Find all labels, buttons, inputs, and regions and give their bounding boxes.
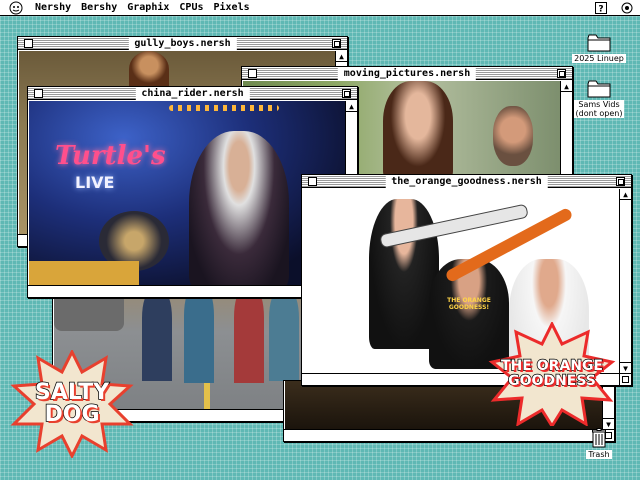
desktop-folder-sams-vids[interactable]: Sams Vids (dont open) <box>571 80 627 118</box>
resize-box-icon[interactable] <box>619 373 631 385</box>
window-content: Turtle's LIVE <box>29 101 345 285</box>
scroll-up-arrow-icon[interactable]: ▲ <box>336 51 347 62</box>
close-box-icon[interactable] <box>308 177 317 186</box>
menu-nershy[interactable]: Nershy <box>30 1 76 15</box>
zoom-box-icon[interactable] <box>342 89 351 98</box>
salty-dog-sticker: SALTY DOG <box>10 350 134 458</box>
desktop-icon-label: 2025 Linuep <box>572 54 626 63</box>
trash-icon <box>592 428 606 448</box>
application-menu-icon[interactable] <box>620 1 634 15</box>
horizontal-scrollbar[interactable] <box>284 429 602 441</box>
vertical-scrollbar[interactable]: ▲ ▼ <box>619 189 631 373</box>
folder-icon <box>587 80 611 98</box>
menu-bar: Nershy Bershy Graphix CPUs Pixels ? <box>0 0 640 16</box>
sticker-line-1: SALTY <box>34 380 110 405</box>
menu-graphix[interactable]: Graphix <box>122 1 174 15</box>
desktop-trash[interactable]: Trash <box>571 428 627 459</box>
window-titlebar[interactable]: gully_boys.nersh <box>18 37 347 50</box>
sticker-line-2: DOG <box>44 402 101 427</box>
window-title: gully_boys.nersh <box>128 37 237 50</box>
orange-goodness-sticker: THE ORANGE GOODNESS <box>488 322 616 426</box>
scroll-up-arrow-icon[interactable]: ▲ <box>620 189 631 200</box>
window-title: the_orange_goodness.nersh <box>385 175 548 188</box>
neon-sign-subtext: LIVE <box>75 173 115 192</box>
close-box-icon[interactable] <box>248 69 257 78</box>
shirt-print-text: THE ORANGE GOODNESS! <box>447 297 491 311</box>
close-box-icon[interactable] <box>24 39 33 48</box>
zoom-box-icon[interactable] <box>616 177 625 186</box>
sticker-line-1: THE ORANGE <box>500 358 604 375</box>
scroll-down-arrow-icon[interactable]: ▼ <box>620 362 631 373</box>
zoom-box-icon[interactable] <box>557 69 566 78</box>
menu-right: ? <box>588 1 640 15</box>
window-titlebar[interactable]: the_orange_goodness.nersh <box>302 175 631 188</box>
window-titlebar[interactable]: china_rider.nersh <box>28 87 357 100</box>
folder-icon <box>587 34 611 52</box>
window-title: moving_pictures.nersh <box>337 67 477 80</box>
desktop-icon-label: Sams Vids (dont open) <box>573 100 625 118</box>
help-icon[interactable]: ? <box>594 1 608 15</box>
menu-bershy[interactable]: Bershy <box>76 1 122 15</box>
desktop-icon-label: Trash <box>586 450 612 459</box>
horizontal-scrollbar[interactable] <box>28 285 345 297</box>
zoom-box-icon[interactable] <box>332 39 341 48</box>
band-photo: Turtle's LIVE <box>29 101 345 285</box>
scroll-up-arrow-icon[interactable]: ▲ <box>346 101 357 112</box>
close-box-icon[interactable] <box>34 89 43 98</box>
window-title: china_rider.nersh <box>135 87 250 100</box>
menu-cpus[interactable]: CPUs <box>174 1 208 15</box>
window-titlebar[interactable]: moving_pictures.nersh <box>242 67 572 80</box>
neon-sign-text: Turtle's <box>55 141 166 171</box>
menu-pixels[interactable]: Pixels <box>209 1 255 15</box>
svg-text:?: ? <box>598 4 603 14</box>
desktop-folder-2025-lineup[interactable]: 2025 Linuep <box>571 34 627 63</box>
sticker-line-2: GOODNESS <box>507 373 596 390</box>
apple-logo-icon[interactable] <box>8 1 24 15</box>
